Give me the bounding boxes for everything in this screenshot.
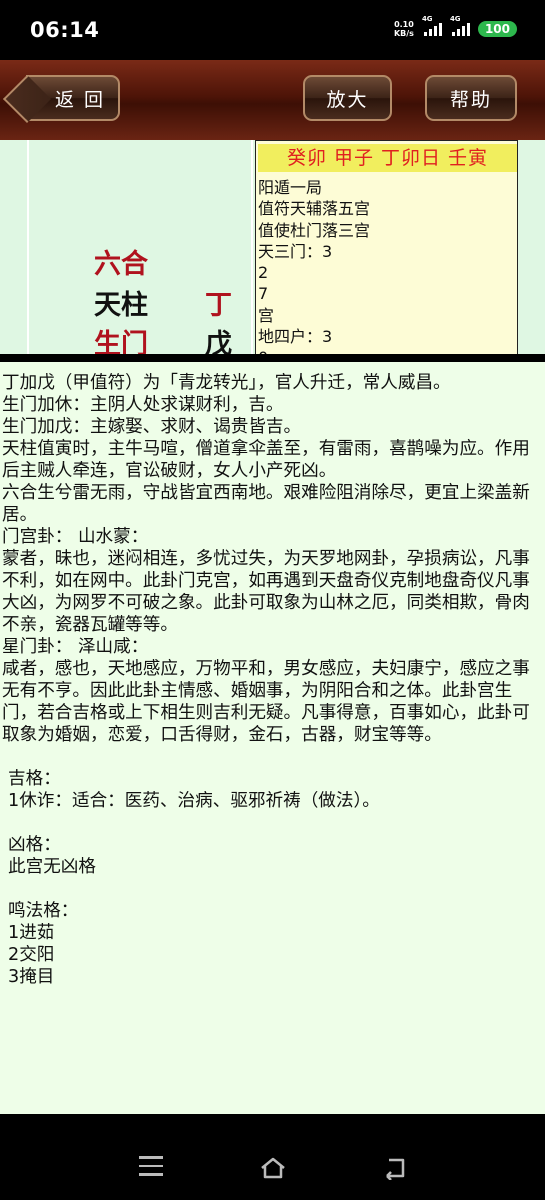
star-label: 天柱 xyxy=(94,290,148,321)
deity-label: 六合 xyxy=(94,249,148,280)
toolbar: 返 回 放大 帮助 xyxy=(0,60,545,140)
network-speed: 0.10 KB/s xyxy=(393,20,414,38)
chart-info-box: 癸卯 甲子 丁卯日 壬寅 阳遁一局 值符天辅落五宫 值使杜门落三宫 天三门：3 … xyxy=(255,140,518,358)
text-paragraph: 六合生兮雷无雨，守战皆宜西南地。艰难险阻消除尽，更宜上梁盖新居。 xyxy=(2,483,530,525)
heaven-stem-label: 丁 xyxy=(205,290,232,321)
help-button[interactable]: 帮助 xyxy=(425,75,517,121)
back-nav-icon[interactable] xyxy=(381,1156,407,1181)
text-paragraph: 门宫卦： 山水蒙： xyxy=(2,527,149,547)
auspicious-item: 1休诈：适合：医药、治病、驱邪祈祷（做法）。 xyxy=(8,791,380,811)
auspicious-title: 吉格： xyxy=(8,769,61,789)
zoom-button[interactable]: 放大 xyxy=(303,75,392,121)
status-bar: 06:14 0.10 KB/s 4G 4G 100 xyxy=(0,0,545,60)
text-paragraph: 天柱值寅时，主牛马喧，僧道拿伞盖至，有雷雨，喜鹊噪为应。作用后主贼人牵连，官讼破… xyxy=(2,439,530,481)
system-nav-bar xyxy=(0,1136,545,1200)
text-paragraph: 丁加戊（甲值符）为「青龙转光」，官人升迁，常人威昌。 xyxy=(2,373,451,393)
recent-apps-icon[interactable] xyxy=(139,1156,165,1180)
ganzhi-banner: 癸卯 甲子 丁卯日 壬寅 xyxy=(258,144,517,172)
palace-cell[interactable]: 六合 天柱 丁 生门 戊 xyxy=(27,140,253,360)
mingfa-item: 2交阳 xyxy=(8,945,55,965)
home-icon[interactable] xyxy=(259,1156,285,1180)
inauspicious-item: 此宫无凶格 xyxy=(8,857,96,877)
clock: 06:14 xyxy=(30,18,100,42)
battery-icon: 100 xyxy=(477,21,517,37)
back-button[interactable]: 返 回 xyxy=(26,75,120,121)
text-paragraph: 蒙者，昧也，迷闷相连，多忧过失，为天罗地网卦，孕损病讼，凡事不利，如在网中。此卦… xyxy=(2,549,530,635)
text-paragraph: 星门卦： 泽山咸： xyxy=(2,637,149,657)
palace-panel: 六合 天柱 丁 生门 戊 癸卯 甲子 丁卯日 壬寅 阳遁一局 值符天辅落五宫 值… xyxy=(0,140,545,362)
chart-info-text: 阳遁一局 值符天辅落五宫 值使杜门落三宫 天三门：3 2 7 宫 地四户：3 0 xyxy=(258,178,371,357)
mingfa-title: 鸣法格： xyxy=(8,901,79,921)
mingfa-item: 1进茹 xyxy=(8,923,55,943)
mingfa-item: 3掩目 xyxy=(8,967,55,987)
inauspicious-title: 凶格： xyxy=(8,835,61,855)
text-paragraph: 生门加休：主阴人处求谋财利，吉。 xyxy=(2,395,284,415)
interpretation-text: 丁加戊（甲值符）为「青龙转光」，官人升迁，常人威昌。 生门加休：主阴人处求谋财利… xyxy=(0,362,545,1114)
divider xyxy=(0,354,545,362)
signal-icon: 4G xyxy=(422,15,442,36)
status-icons: 0.10 KB/s 4G 4G 100 xyxy=(393,15,517,38)
text-paragraph: 咸者，感也，天地感应，万物平和，男女感应，夫妇康宁，感应之事无有不亨。因此此卦主… xyxy=(2,659,530,745)
signal-icon-2: 4G xyxy=(450,15,470,36)
text-paragraph: 生门加戊：主嫁娶、求财、谒贵皆吉。 xyxy=(2,417,302,437)
